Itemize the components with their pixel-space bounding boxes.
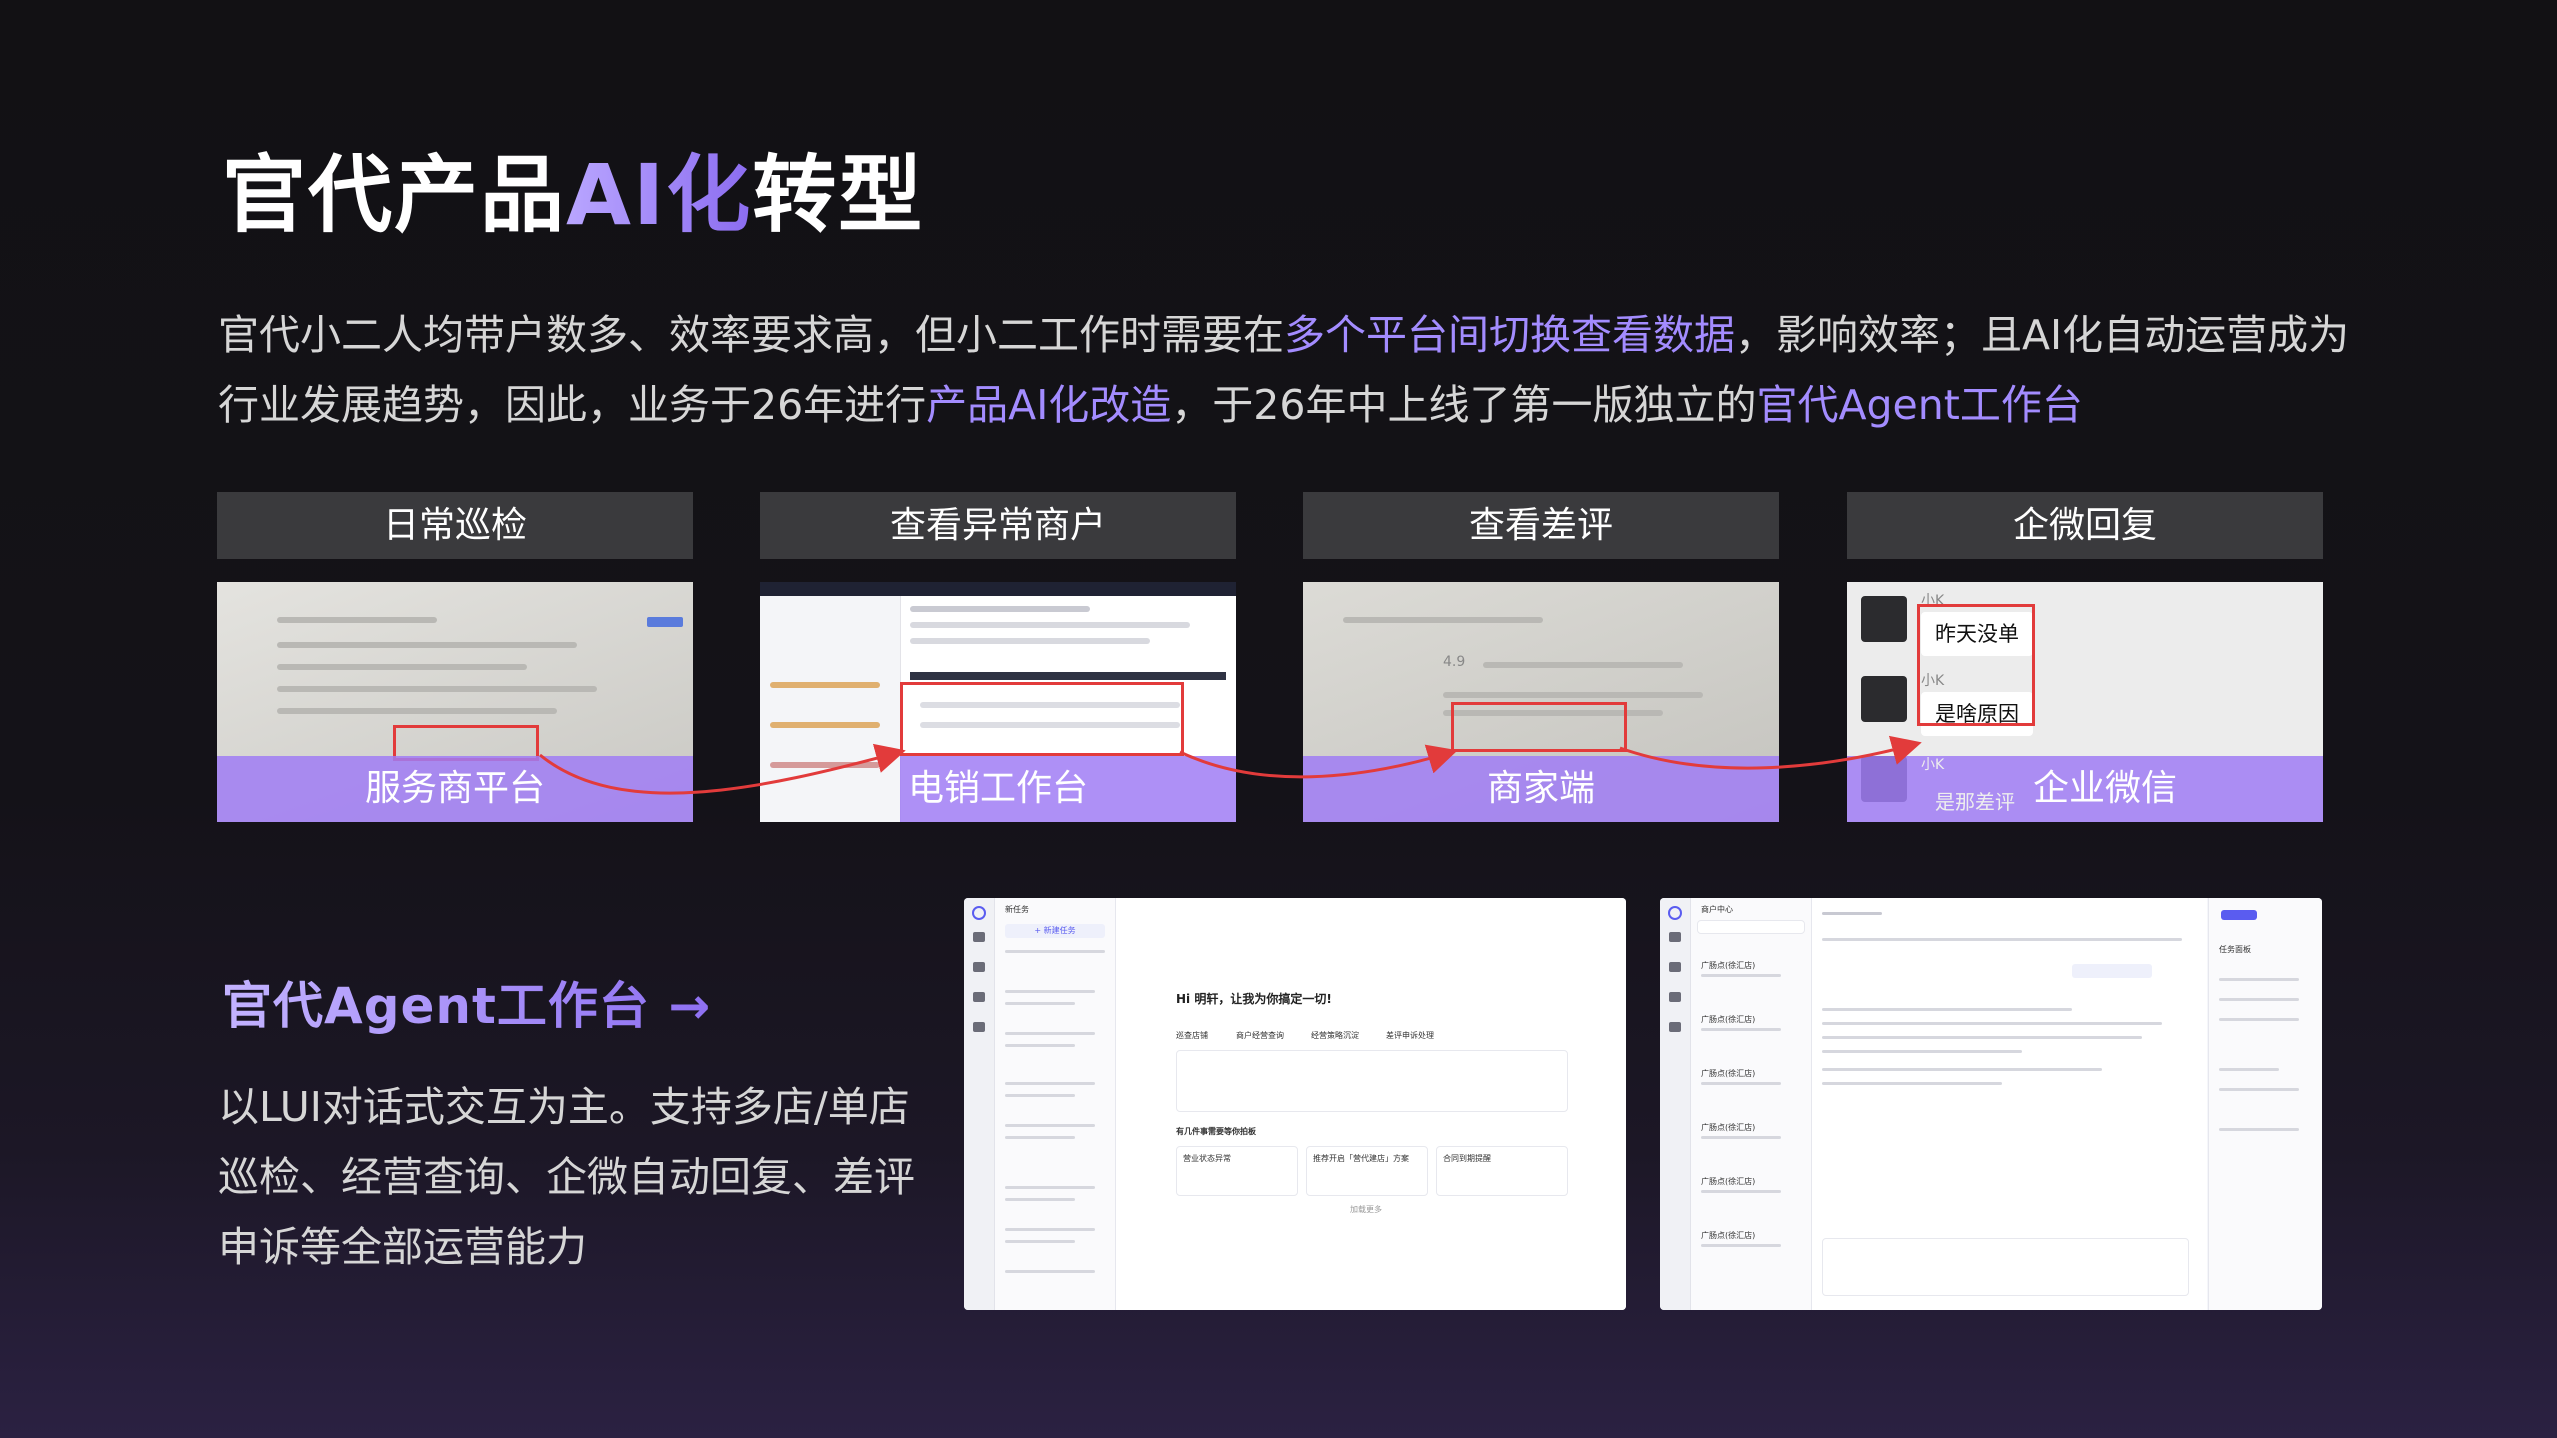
merchant-search-input[interactable]: [1697, 920, 1805, 934]
chip-review[interactable]: 差评申诉处理: [1386, 1030, 1434, 1041]
merchant-item[interactable]: 广肠点(徐汇店): [1701, 1122, 1755, 1133]
section-title: 有几件事需要等你拍板: [1176, 1127, 1256, 1136]
decision-card[interactable]: 营业状态异常: [1176, 1146, 1298, 1196]
chip-query[interactable]: 商户经营查询: [1236, 1030, 1284, 1041]
load-more-link[interactable]: 加载更多: [1350, 1204, 1382, 1215]
merchant-icon[interactable]: [973, 962, 985, 972]
side-rail: [1660, 898, 1691, 1310]
agent-description: 以LUI对话式交互为主。支持多店/单店巡检、经营查询、企微自动回复、差评申诉等全…: [218, 1083, 915, 1271]
report-icon[interactable]: [973, 1022, 985, 1032]
new-task-button[interactable]: + 新建任务: [1005, 924, 1105, 938]
chip-inspect[interactable]: 巡查店铺: [1176, 1030, 1208, 1041]
side-rail: [964, 898, 995, 1310]
chip-strategy[interactable]: 经营策略沉淀: [1311, 1030, 1359, 1041]
merchant-item[interactable]: 广肠点(徐汇店): [1701, 1068, 1755, 1079]
decision-card[interactable]: 推荐开启「营代建店」方案: [1306, 1146, 1428, 1196]
task-icon[interactable]: [1669, 932, 1681, 942]
arrow-3-to-4: [1619, 735, 1922, 770]
merchant-icon[interactable]: [1669, 962, 1681, 972]
tab-active[interactable]: [2221, 910, 2257, 920]
greeting: Hi 明轩，让我为你搞定一切!: [1176, 992, 1332, 1006]
agent-workspace-chat: 新任务 + 新建任务 Hi 明轩，让我为你搞定一切! 巡查店铺 商户经营查询 经…: [964, 898, 1626, 1310]
merchant-item[interactable]: 广肠点(徐汇店): [1701, 1014, 1755, 1025]
logo-icon: [972, 906, 986, 920]
action-chip[interactable]: [2072, 964, 2152, 978]
arrow-right-icon: →: [668, 977, 712, 1035]
merchant-list: 商户中心 广肠点(徐汇店) 广肠点(徐汇店) 广肠点(徐汇店) 广肠点(徐汇店)…: [1691, 898, 1812, 1310]
merchant-item[interactable]: 广肠点(徐汇店): [1701, 1176, 1755, 1187]
chat-input[interactable]: [1822, 1238, 2189, 1296]
chat-input[interactable]: [1176, 1050, 1568, 1112]
agent-workspace-merchant: 商户中心 广肠点(徐汇店) 广肠点(徐汇店) 广肠点(徐汇店) 广肠点(徐汇店)…: [1660, 898, 2322, 1310]
merchant-item[interactable]: 广肠点(徐汇店): [1701, 1230, 1755, 1241]
arrow-1-to-2: [539, 743, 906, 795]
tool-icon[interactable]: [973, 992, 985, 1002]
task-icon[interactable]: [973, 932, 985, 942]
merchant-item[interactable]: 广肠点(徐汇店): [1701, 960, 1755, 971]
logo-icon: [1668, 906, 1682, 920]
task-list: 新任务 + 新建任务: [995, 898, 1116, 1310]
report-icon[interactable]: [1669, 1022, 1681, 1032]
task-panel: 任务面板: [2208, 898, 2322, 1310]
agent-title: 官代Agent工作台 →: [222, 966, 711, 1038]
decision-card[interactable]: 合同到期提醒: [1436, 1146, 1568, 1196]
arrow-2-to-3: [1179, 744, 1458, 779]
tool-icon[interactable]: [1669, 992, 1681, 1002]
